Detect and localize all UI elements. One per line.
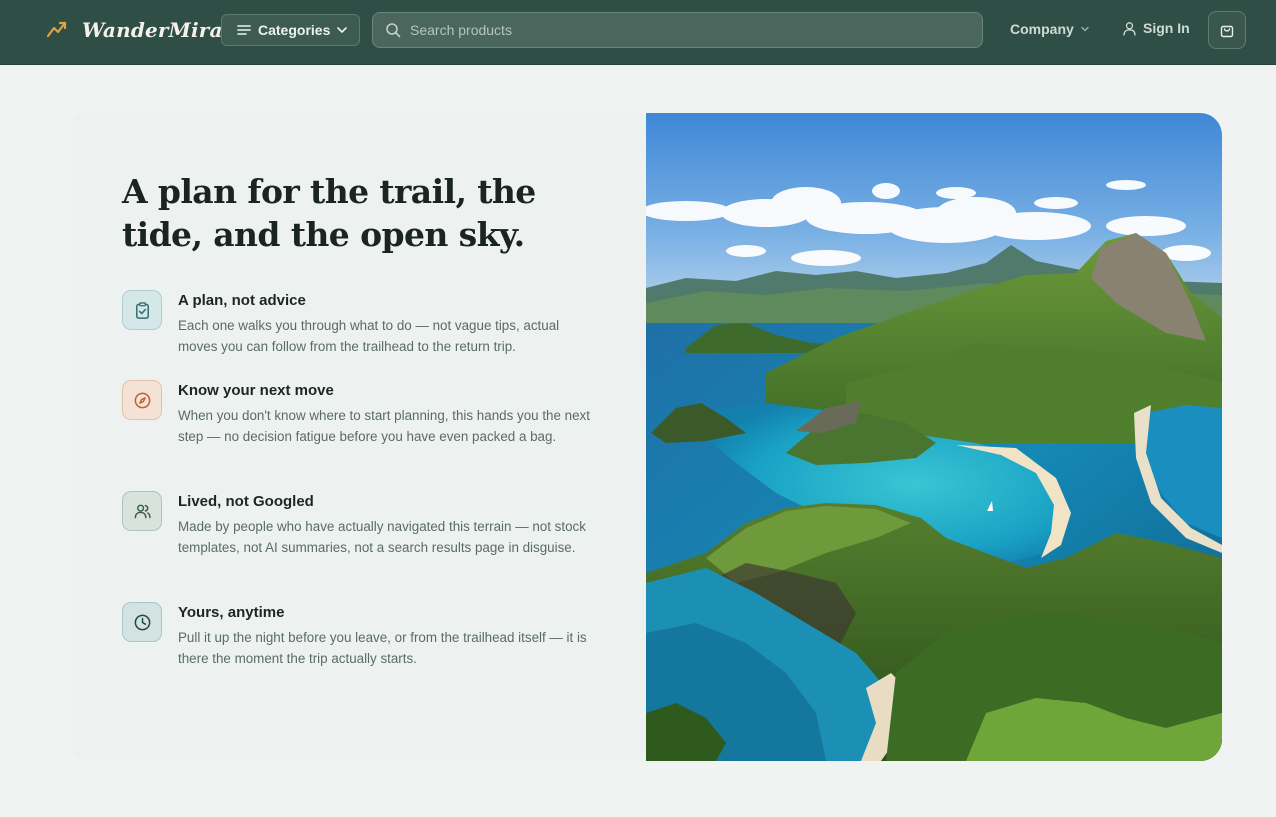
- categories-button[interactable]: Categories: [221, 14, 360, 46]
- user-icon: [1123, 21, 1136, 36]
- clipboard-check-icon: [135, 301, 149, 319]
- sign-in-label: Sign In: [1143, 20, 1190, 36]
- feature-title: Know your next move: [178, 382, 334, 399]
- search-icon: [386, 23, 401, 38]
- company-menu[interactable]: Company: [1010, 21, 1090, 37]
- hero-headline: A plan for the trail, the tide, and the …: [122, 172, 536, 254]
- chevron-down-icon: [337, 27, 348, 33]
- feature-description: Made by people who have actually navigat…: [178, 519, 586, 555]
- shopping-bag-icon: [1220, 25, 1234, 38]
- feature-title: Yours, anytime: [178, 604, 285, 621]
- search-bar[interactable]: [372, 12, 983, 48]
- island-landscape-illustration: [646, 113, 1222, 761]
- feature-description: Pull it up the night before you leave, o…: [178, 630, 587, 666]
- trend-line-icon: [46, 21, 67, 38]
- categories-label: Categories: [258, 22, 331, 38]
- feature-icon-badge: [122, 290, 162, 330]
- feature-title: Lived, not Googled: [178, 493, 314, 510]
- feature-title: A plan, not advice: [178, 292, 306, 309]
- sign-in-link[interactable]: Sign In: [1122, 20, 1190, 36]
- top-navigation-bar: WanderMira Categories Company Sign In: [0, 0, 1276, 65]
- feature-description: Each one walks you through what to do — …: [178, 318, 560, 354]
- clock-icon: [134, 614, 150, 630]
- cart-button[interactable]: [1208, 11, 1246, 49]
- feature-icon-badge: [122, 380, 162, 420]
- feature-description: When you don't know where to start plann…: [178, 408, 590, 444]
- brand-logo[interactable]: WanderMira: [46, 14, 223, 46]
- search-input[interactable]: [410, 22, 982, 38]
- menu-icon: [237, 25, 251, 35]
- chevron-down-icon: [1081, 26, 1089, 32]
- feature-icon-badge: [122, 602, 162, 642]
- feature-icon-badge: [122, 491, 162, 531]
- users-icon: [134, 504, 151, 518]
- compass-icon: [134, 392, 150, 408]
- hero-image: [646, 113, 1222, 761]
- company-label: Company: [1010, 21, 1074, 37]
- brand-name: WanderMira: [82, 18, 223, 42]
